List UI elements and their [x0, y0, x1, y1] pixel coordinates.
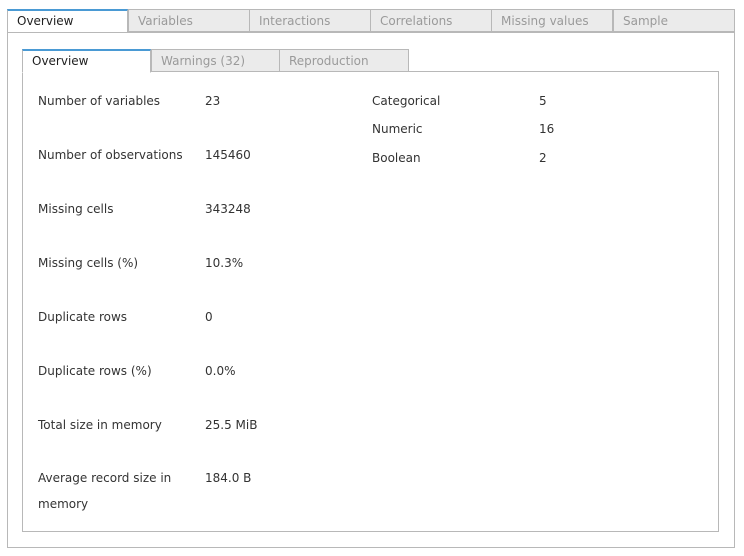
type-value-categorical: 5 — [539, 94, 547, 108]
stat-label-missing-cells: Missing cells — [38, 202, 114, 216]
stat-value-average-record-size: 184.0 B — [205, 471, 252, 485]
stat-label-average-record-size: Average record size in memory — [38, 471, 172, 511]
type-label-boolean: Boolean — [372, 151, 421, 165]
stat-value-total-size-in-memory: 25.5 MiB — [205, 418, 258, 432]
subtab-warnings[interactable]: Warnings (32) — [151, 49, 280, 72]
stat-value-missing-cells-pct: 10.3% — [205, 256, 244, 270]
tab-variables[interactable]: Variables — [128, 9, 250, 32]
type-label-numeric: Numeric — [372, 122, 423, 136]
type-value-boolean: 2 — [539, 151, 547, 165]
subtab-reproduction[interactable]: Reproduction — [279, 49, 409, 72]
stat-label-total-size-in-memory: Total size in memory — [38, 418, 162, 432]
stat-value-number-of-observations: 145460 — [205, 148, 251, 162]
stat-label-missing-cells-pct: Missing cells (%) — [38, 256, 139, 270]
overview-subpanel — [22, 71, 719, 532]
type-value-numeric: 16 — [539, 122, 555, 136]
stat-label-duplicate-rows: Duplicate rows — [38, 310, 128, 324]
stat-value-duplicate-rows-pct: 0.0% — [205, 364, 236, 378]
tab-missing-values[interactable]: Missing values — [491, 9, 613, 32]
stat-value-duplicate-rows: 0 — [205, 310, 213, 324]
stat-label-duplicate-rows-pct: Duplicate rows (%) — [38, 364, 152, 378]
tab-interactions[interactable]: Interactions — [249, 9, 371, 32]
type-label-categorical: Categorical — [372, 94, 441, 108]
tab-correlations[interactable]: Correlations — [370, 9, 492, 32]
stat-label-number-of-variables: Number of variables — [38, 94, 161, 108]
stat-label-number-of-observations: Number of observations — [38, 148, 183, 162]
subtab-overview[interactable]: Overview — [22, 49, 151, 73]
outer-tab-bar: Overview Variables Interactions Correlat… — [7, 9, 735, 33]
tab-overview[interactable]: Overview — [7, 9, 128, 33]
tab-sample[interactable]: Sample — [613, 9, 735, 32]
stat-value-number-of-variables: 23 — [205, 94, 221, 108]
stat-value-missing-cells: 343248 — [205, 202, 251, 216]
